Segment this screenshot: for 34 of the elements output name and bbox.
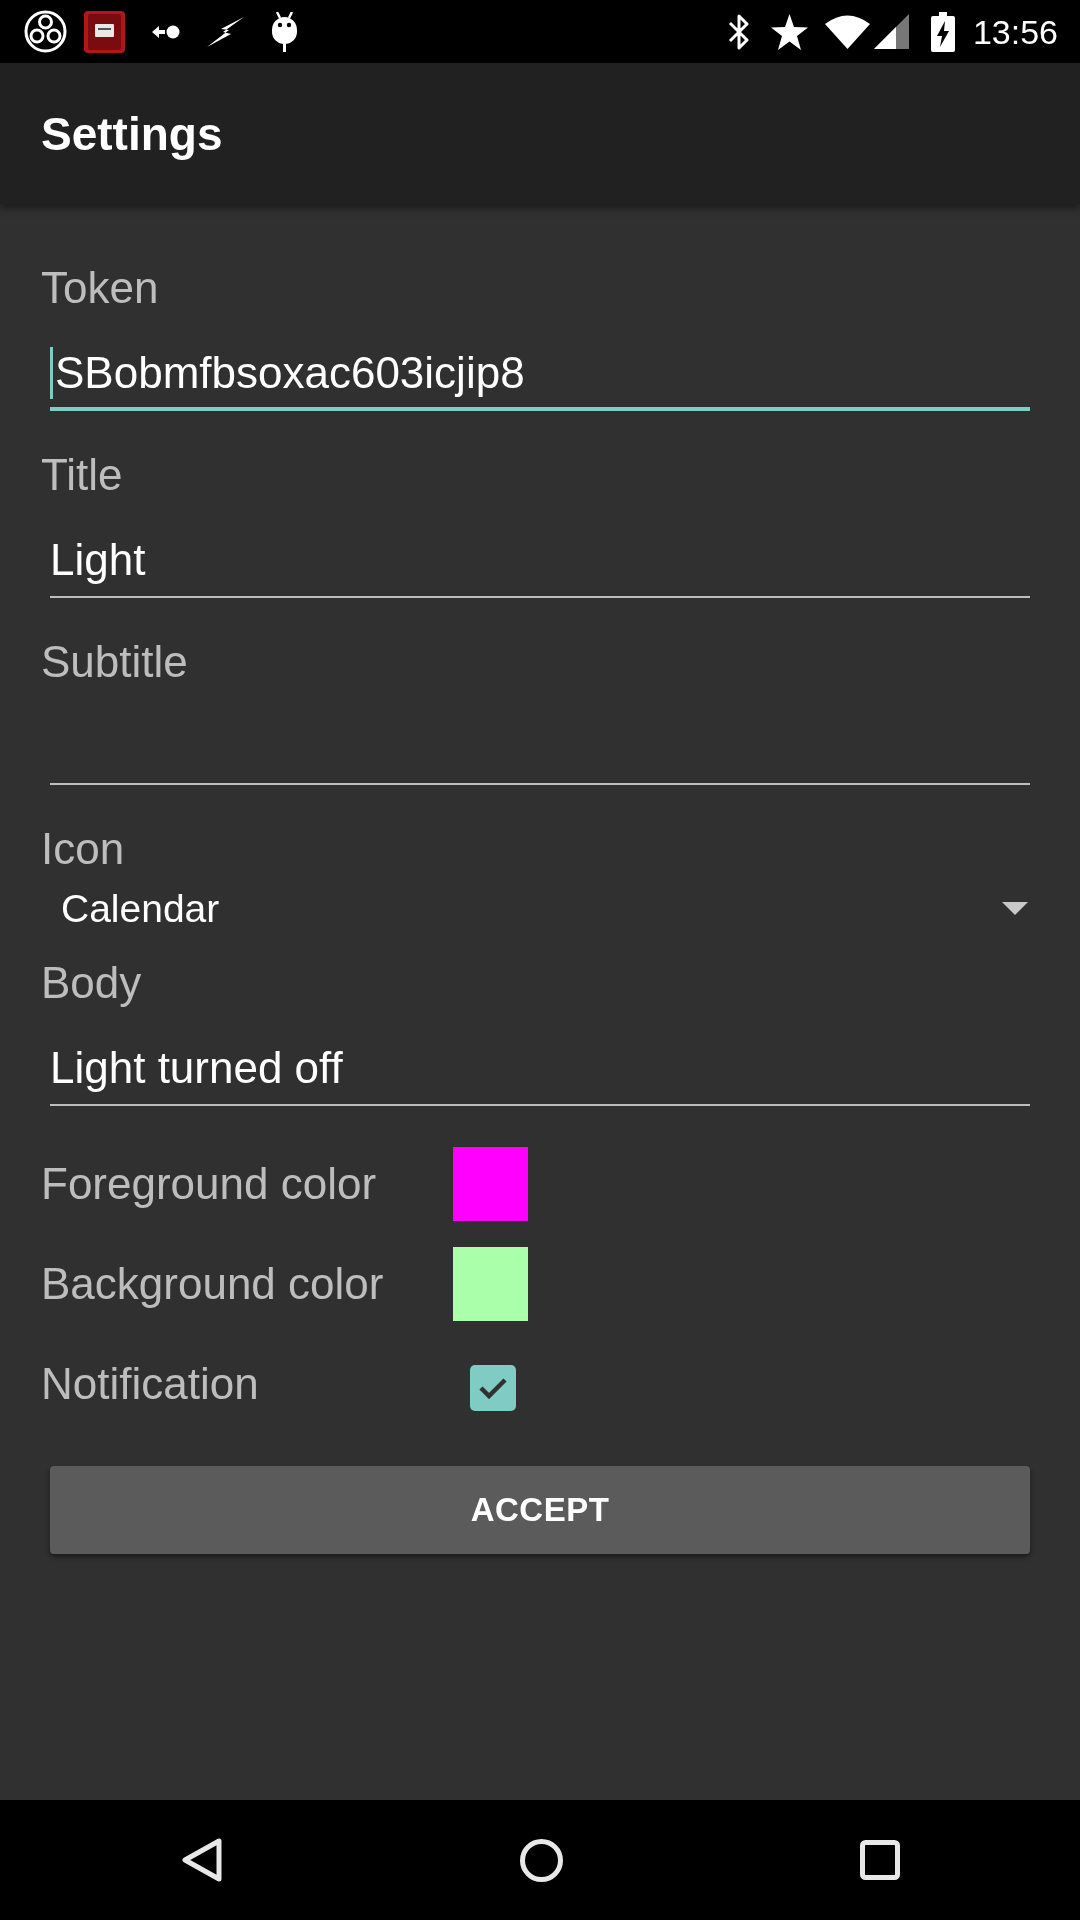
- back-icon[interactable]: [180, 1838, 223, 1882]
- robot-icon: [271, 11, 298, 52]
- option-label: Foreground color: [41, 1160, 377, 1208]
- device-icon: [84, 10, 125, 53]
- text-field[interactable]: Light turned off: [50, 1007, 1030, 1106]
- text-field[interactable]: Light: [50, 499, 1030, 598]
- check-icon: [479, 1377, 507, 1399]
- field-label: Token: [41, 264, 159, 312]
- home-icon[interactable]: [519, 1838, 563, 1882]
- field-label: Body: [41, 959, 142, 1007]
- star-icon: [770, 13, 808, 50]
- dropdown[interactable]: Calendar: [41, 873, 1028, 959]
- arrow-dot-icon: [152, 24, 180, 39]
- clock-time: 13:56: [972, 11, 1058, 52]
- circles-icon: [24, 10, 67, 53]
- field-label: Title: [41, 451, 123, 499]
- field-label: Subtitle: [41, 638, 188, 686]
- recents-icon[interactable]: [859, 1840, 900, 1880]
- field-label: Icon: [41, 825, 125, 873]
- checkbox[interactable]: [470, 1365, 516, 1411]
- signal-icon: [873, 14, 909, 49]
- option-label: Background color: [41, 1260, 384, 1308]
- option-label: Notification: [41, 1360, 259, 1408]
- color-swatch-icon[interactable]: [453, 1147, 528, 1221]
- wifi-icon: [824, 14, 870, 49]
- screen-title: Settings: [41, 106, 223, 161]
- text-field[interactable]: SBobmfbsoxac603icjip8: [50, 312, 1030, 411]
- bluetooth-icon: [727, 13, 750, 50]
- lightning-icon: [207, 16, 244, 47]
- accept-button[interactable]: ACCEPT: [50, 1466, 1030, 1554]
- battery-icon: [930, 11, 955, 52]
- color-swatch-icon[interactable]: [453, 1247, 528, 1321]
- text-cursor: [50, 347, 53, 399]
- caret-icon: [1002, 902, 1028, 915]
